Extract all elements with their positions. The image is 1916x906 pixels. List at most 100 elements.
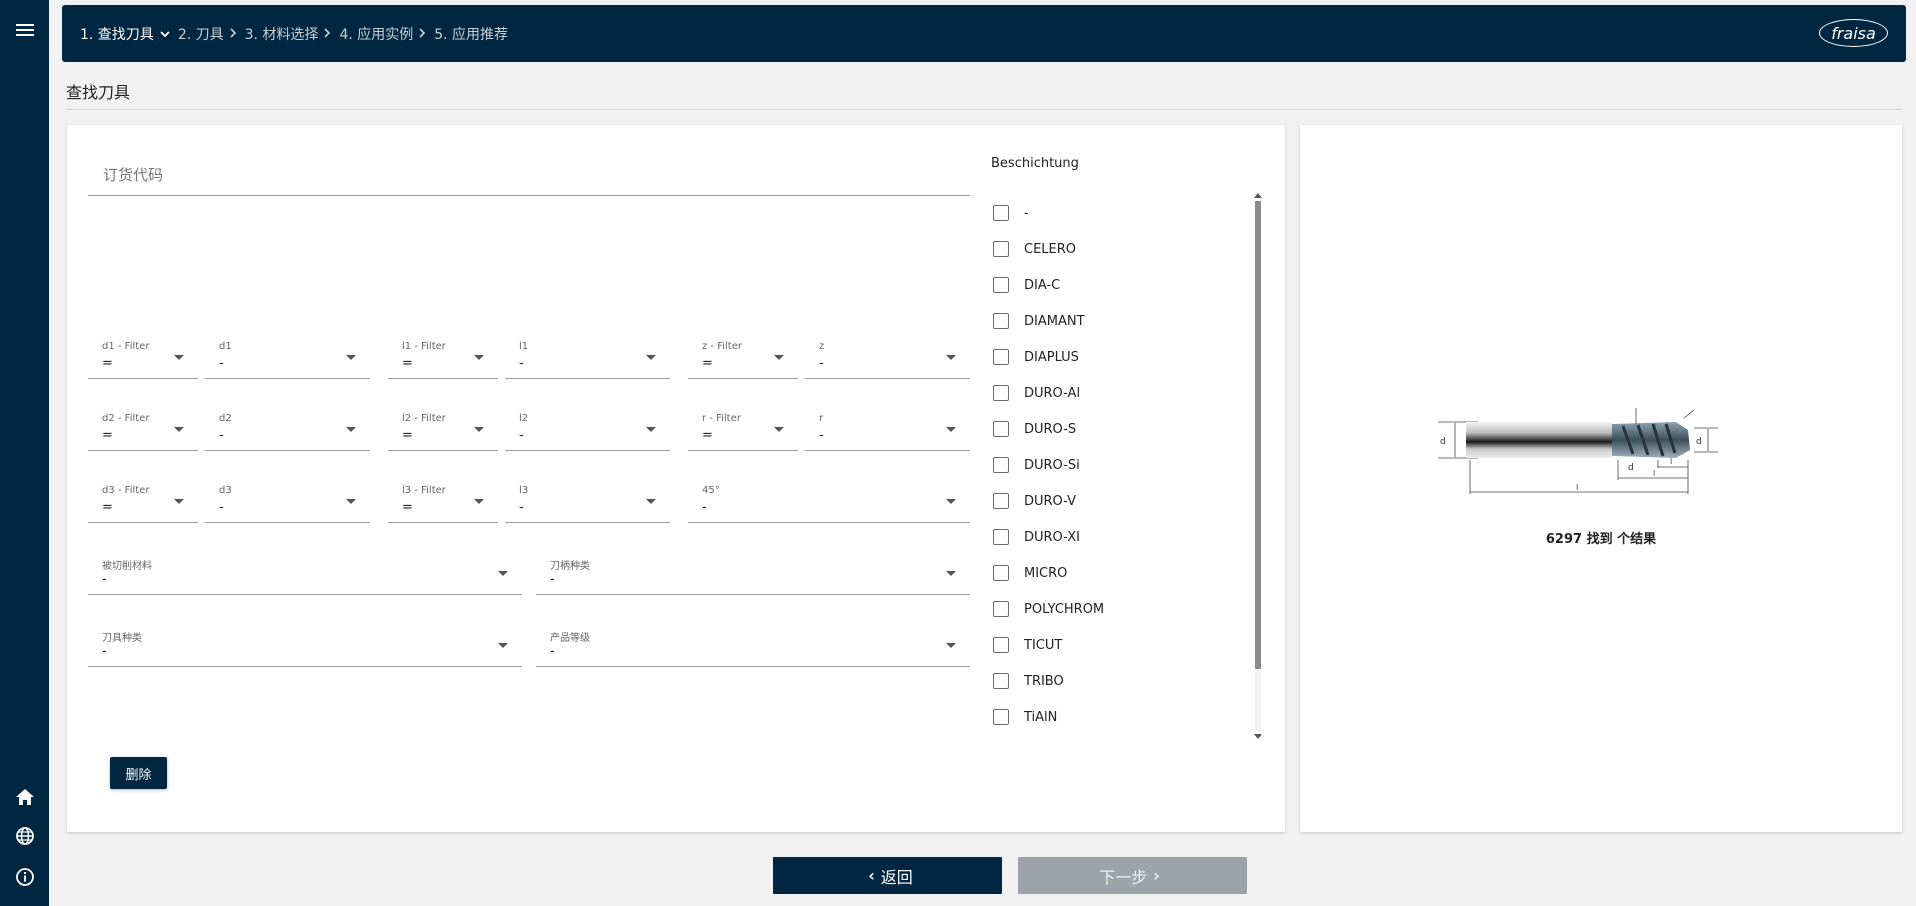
coating-option-label: TICUT	[1024, 637, 1063, 653]
info-icon[interactable]	[12, 864, 38, 890]
dropdown-arrow-icon	[346, 499, 356, 504]
l2-filter-select[interactable]: l2 - Filter =	[388, 401, 498, 451]
scroll-up-arrow-icon[interactable]	[1254, 193, 1262, 198]
z-select[interactable]: z -	[805, 329, 970, 379]
breadcrumb-step-2[interactable]: 2. 刀具	[178, 24, 245, 44]
coating-option[interactable]: TRIBO	[991, 663, 1221, 699]
field-label: 刀具种类	[102, 633, 142, 644]
coating-option-label: MICRO	[1024, 565, 1068, 581]
checkbox[interactable]	[993, 241, 1009, 257]
top-bar: 1. 查找刀具 2. 刀具 3. 材料选择 4. 应用实例 5. 应用推荐 fr…	[62, 5, 1906, 62]
coating-option[interactable]: MICRO	[991, 555, 1221, 591]
l2-select[interactable]: l2 -	[505, 401, 670, 451]
coating-option[interactable]: -	[991, 195, 1221, 231]
breadcrumb-step-3[interactable]: 3. 材料选择	[245, 24, 340, 44]
d3-select[interactable]: d3 -	[205, 473, 370, 523]
field-label: l2 - Filter	[402, 413, 446, 424]
d2-filter-select[interactable]: d2 - Filter =	[88, 401, 198, 451]
checkbox[interactable]	[993, 421, 1009, 437]
checkbox[interactable]	[993, 457, 1009, 473]
field-value: -	[102, 572, 107, 587]
product-grade-select[interactable]: 产品等级 -	[536, 617, 970, 667]
checkbox[interactable]	[993, 313, 1009, 329]
chevron-left-icon: ‹	[868, 866, 875, 885]
back-button[interactable]: ‹ 返回	[773, 857, 1002, 894]
field-value: -	[819, 428, 824, 443]
checkbox[interactable]	[993, 385, 1009, 401]
checkbox[interactable]	[993, 493, 1009, 509]
coating-option[interactable]: DIAPLUS	[991, 339, 1221, 375]
l3-select[interactable]: l3 -	[505, 473, 670, 523]
r-filter-select[interactable]: r - Filter =	[688, 401, 798, 451]
dropdown-arrow-icon	[474, 499, 484, 504]
field-value: =	[702, 356, 713, 371]
checkbox[interactable]	[993, 349, 1009, 365]
coating-option[interactable]: DURO-V	[991, 483, 1221, 519]
coating-option[interactable]: TiAlN	[991, 699, 1221, 735]
coating-option[interactable]: DIAMANT	[991, 303, 1221, 339]
checkbox[interactable]	[993, 601, 1009, 617]
checkbox[interactable]	[993, 673, 1009, 689]
coating-scrollbar[interactable]	[1254, 193, 1262, 739]
field-label: d2	[219, 413, 232, 424]
breadcrumb-step-4[interactable]: 4. 应用实例	[339, 24, 434, 44]
checkbox[interactable]	[993, 529, 1009, 545]
field-label: l1	[519, 341, 529, 352]
coating-option[interactable]: POLYCHROM	[991, 591, 1221, 627]
breadcrumb-step-label: 5. 应用推荐	[434, 26, 509, 43]
coating-option-label: -	[1024, 205, 1029, 221]
chevron-right-icon	[230, 26, 237, 42]
tool-type-select[interactable]: 刀具种类 -	[88, 617, 522, 667]
coating-option[interactable]: TICUT	[991, 627, 1221, 663]
field-value: =	[402, 428, 413, 443]
coating-option-label: DIAPLUS	[1024, 349, 1079, 365]
d1-select[interactable]: d1 -	[205, 329, 370, 379]
next-button[interactable]: 下一步 ›	[1018, 857, 1247, 894]
l1-filter-select[interactable]: l1 - Filter =	[388, 329, 498, 379]
d3-filter-select[interactable]: d3 - Filter =	[88, 473, 198, 523]
dropdown-arrow-icon	[774, 427, 784, 432]
checkbox[interactable]	[993, 205, 1009, 221]
checkbox[interactable]	[993, 277, 1009, 293]
l1-select[interactable]: l1 -	[505, 329, 670, 379]
angle-45-select[interactable]: 45° -	[688, 473, 970, 523]
shank-type-select[interactable]: 刀柄种类 -	[536, 545, 970, 595]
coating-option[interactable]: DURO-Si	[991, 447, 1221, 483]
back-button-label: 返回	[880, 867, 913, 887]
coating-option[interactable]: DURO-S	[991, 411, 1221, 447]
home-icon[interactable]	[12, 784, 38, 810]
coating-option[interactable]: DURO-Al	[991, 375, 1221, 411]
delete-button[interactable]: 删除	[110, 757, 167, 789]
checkbox[interactable]	[993, 709, 1009, 725]
checkbox[interactable]	[993, 565, 1009, 581]
d2-select[interactable]: d2 -	[205, 401, 370, 451]
dropdown-arrow-icon	[946, 499, 956, 504]
field-value: -	[219, 500, 224, 515]
fraisa-logo[interactable]: fraisa	[1819, 19, 1888, 47]
order-code-input[interactable]: 订货代码	[88, 125, 970, 196]
field-label: d3 - Filter	[102, 485, 150, 496]
d1-filter-select[interactable]: d1 - Filter =	[88, 329, 198, 379]
order-code-placeholder: 订货代码	[103, 166, 164, 184]
coating-option[interactable]: CELERO	[991, 231, 1221, 267]
coating-option[interactable]: DURO-XI	[991, 519, 1221, 555]
z-filter-select[interactable]: z - Filter =	[688, 329, 798, 379]
sidebar	[0, 0, 49, 906]
scrollbar-thumb[interactable]	[1255, 201, 1261, 669]
field-label: 产品等级	[550, 633, 590, 644]
field-value: -	[702, 500, 707, 515]
field-label: r - Filter	[702, 413, 741, 424]
l3-filter-select[interactable]: l3 - Filter =	[388, 473, 498, 523]
result-count: 6297 找到 个结果	[1300, 528, 1902, 547]
coating-option-label: DIA-C	[1024, 277, 1061, 293]
breadcrumb-step-5[interactable]: 5. 应用推荐	[434, 24, 508, 44]
material-select[interactable]: 被切削材料 -	[88, 545, 522, 595]
checkbox[interactable]	[993, 637, 1009, 653]
menu-icon[interactable]	[12, 17, 38, 43]
breadcrumb-step-1[interactable]: 1. 查找刀具	[80, 24, 178, 44]
scroll-down-arrow-icon[interactable]	[1254, 734, 1262, 739]
r-select[interactable]: r -	[805, 401, 970, 451]
coating-option[interactable]: DIA-C	[991, 267, 1221, 303]
result-count-text: 找到 个结果	[1586, 532, 1657, 547]
globe-icon[interactable]	[12, 823, 38, 849]
